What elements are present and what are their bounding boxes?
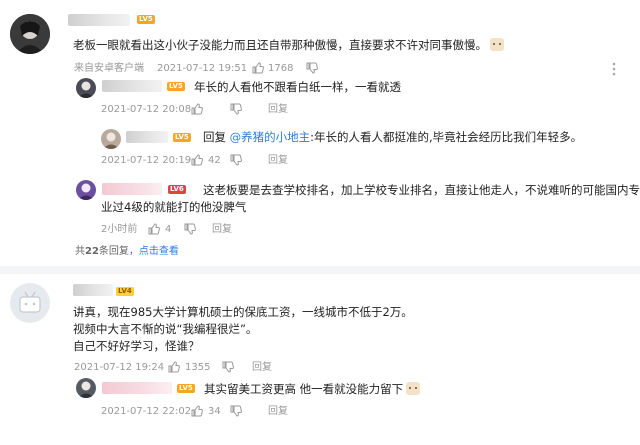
comment-time: 2021-07-12 19:24 xyxy=(74,362,165,373)
level-badge: LV5 xyxy=(167,82,185,91)
username[interactable] xyxy=(68,14,130,26)
reply-summary: 共22条回复，点击查看 xyxy=(75,246,179,257)
thumbs-up-icon[interactable] xyxy=(191,405,203,417)
thumbs-up-icon[interactable] xyxy=(168,361,180,373)
thumbs-up-icon[interactable] xyxy=(191,154,203,166)
level-badge: LV4 xyxy=(116,287,134,296)
reply-text-line1: 这老板要是去查学校排名，加上学校专业排名，直接让他走人，不说难听的可能国内专 xyxy=(203,183,640,197)
avatar[interactable] xyxy=(10,283,50,323)
comment-source: 来自安卓客户端 xyxy=(74,63,144,74)
avatar[interactable] xyxy=(76,78,96,98)
thumbs-down-icon[interactable] xyxy=(230,405,242,417)
reply-button[interactable]: 回复 xyxy=(252,362,272,374)
level-badge: LV5 xyxy=(137,15,155,24)
comment-text: 老板一眼就看出这小伙子没能力而且还自带那种傲慢，直接要求不许对同事傲慢。 xyxy=(73,37,504,53)
reply-button[interactable]: 回复 xyxy=(212,224,232,236)
avatar[interactable] xyxy=(101,129,121,149)
like-count: 4 xyxy=(165,224,172,235)
like-count: 34 xyxy=(208,406,221,417)
thumbs-down-icon[interactable] xyxy=(230,154,242,166)
comment-text-line2: 视频中大言不惭的说“我编程很烂”。 xyxy=(73,322,258,336)
reply-time: 2021-07-12 20:19 xyxy=(101,155,192,166)
thumbs-up-icon[interactable] xyxy=(148,223,160,235)
reply-time: 2小时前 xyxy=(101,224,138,235)
comment-text-line3: 自己不好好学习，怪谁？ xyxy=(73,339,200,353)
reply-time: 2021-07-12 22:02 xyxy=(101,406,192,417)
reply-button[interactable]: 回复 xyxy=(268,406,288,418)
divider xyxy=(0,266,640,274)
level-badge: LV6 xyxy=(168,185,186,194)
level-badge: LV5 xyxy=(177,384,195,393)
emoji-icon xyxy=(490,38,504,51)
username[interactable] xyxy=(126,131,168,143)
username[interactable] xyxy=(102,382,172,394)
reply-text: 回复 @养猪的小地主:年长的人看人都挺准的,毕竟社会经历比我们年轻多。 xyxy=(203,130,583,144)
avatar[interactable] xyxy=(10,14,50,54)
reply-text-line2: 业过4级的就能打的他没脾气 xyxy=(101,200,247,214)
emoji-icon xyxy=(406,382,421,395)
thumbs-down-icon[interactable] xyxy=(306,62,318,74)
avatar[interactable] xyxy=(76,180,96,200)
like-count: 1768 xyxy=(268,63,294,74)
reply-button[interactable]: 回复 xyxy=(268,155,288,167)
thumbs-up-icon[interactable] xyxy=(191,103,203,115)
like-count: 42 xyxy=(208,155,221,166)
username[interactable] xyxy=(102,80,162,92)
comment-time: 2021-07-12 19:51 xyxy=(157,63,248,74)
thumbs-down-icon[interactable] xyxy=(222,361,234,373)
thumbs-up-icon[interactable] xyxy=(252,62,264,74)
thumbs-down-icon[interactable] xyxy=(230,103,242,115)
reply-button[interactable]: 回复 xyxy=(268,104,288,116)
reply-time: 2021-07-12 20:08 xyxy=(101,104,192,115)
reply-text: 年长的人看他不跟看白纸一样，一看就透 xyxy=(194,80,401,94)
username[interactable] xyxy=(73,284,113,296)
view-replies-link[interactable]: 点击查看 xyxy=(139,246,179,257)
reply-text: 其实留美工资更高 他一看就没能力留下 xyxy=(204,381,421,397)
comment-text-line1: 讲真，现在985大学计算机硕士的保底工资，一线城市不低于2万。 xyxy=(73,305,413,319)
avatar[interactable] xyxy=(76,378,96,398)
username[interactable] xyxy=(102,183,162,195)
thumbs-down-icon[interactable] xyxy=(184,223,196,235)
mention-link[interactable]: @养猪的小地主 xyxy=(230,130,311,144)
more-dots-icon[interactable] xyxy=(612,62,616,76)
like-count: 1355 xyxy=(185,362,211,373)
level-badge: LV5 xyxy=(173,133,191,142)
